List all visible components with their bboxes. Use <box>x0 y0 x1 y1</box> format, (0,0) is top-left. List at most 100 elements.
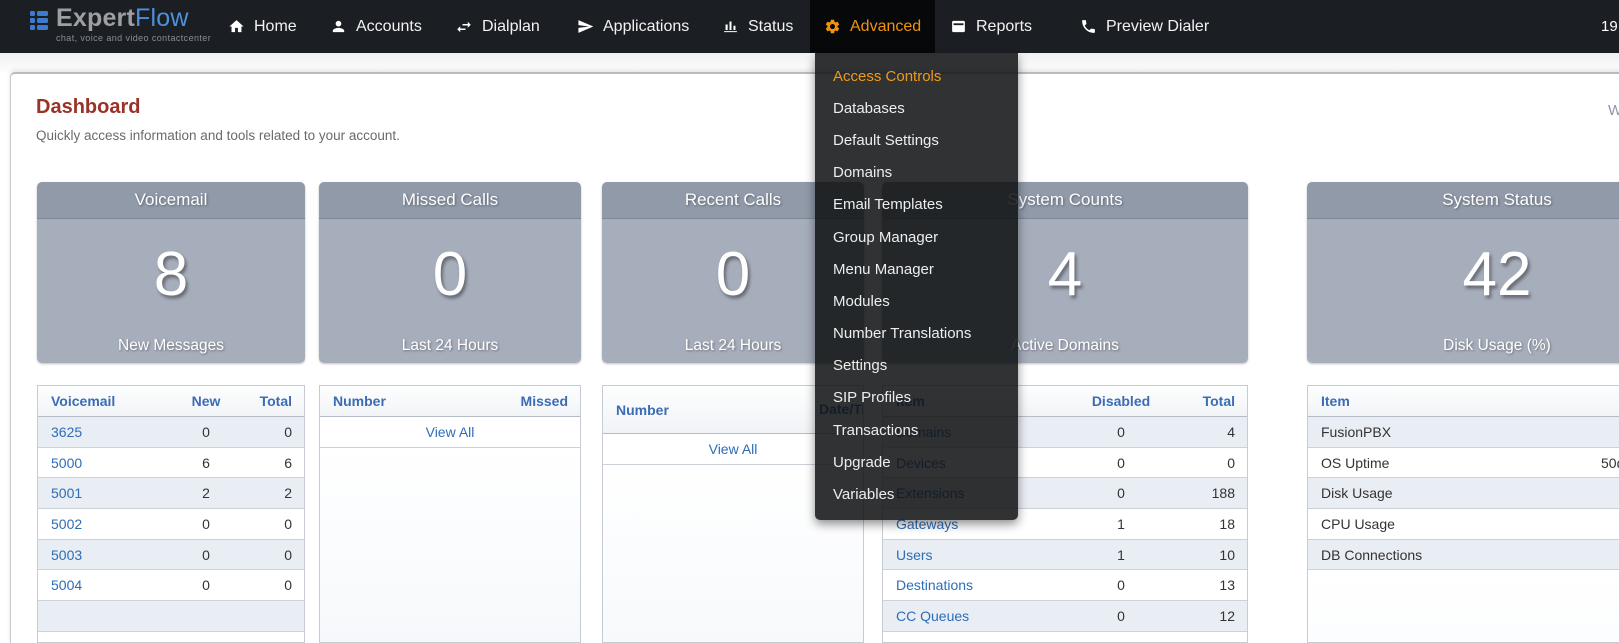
card-value: 42 <box>1307 219 1619 306</box>
card-body: 8New Messages <box>37 219 305 363</box>
menu-item-transactions[interactable]: Transactions <box>815 414 1018 446</box>
table-header-cell: Number <box>320 393 490 409</box>
card-body: 0Last 24 Hours <box>319 219 581 363</box>
nav-item-accounts[interactable]: Accounts <box>316 0 436 53</box>
welcome-text: W <box>1608 102 1619 119</box>
nav-item-advanced[interactable]: Advanced <box>810 0 935 53</box>
table-row-empty <box>38 601 304 632</box>
brand-name-bold: Expert <box>56 4 135 32</box>
table-header-cell: Total <box>246 393 304 409</box>
reports-icon <box>950 18 967 35</box>
brand-name-light: Flow <box>135 4 189 32</box>
table-cell: Disk Usage <box>1308 485 1589 501</box>
menu-item-domains[interactable]: Domains <box>815 157 1018 189</box>
card-title: System Status <box>1307 182 1619 219</box>
table-cell-link[interactable]: 5002 <box>51 516 82 532</box>
nav-item-label: Reports <box>976 18 1032 36</box>
menu-item-settings[interactable]: Settings <box>815 350 1018 382</box>
table-header-cell: Item <box>1308 393 1589 409</box>
table-row: DB Connections <box>1308 540 1619 571</box>
card-missed-calls: Missed Calls0Last 24 Hours <box>319 182 581 363</box>
table-cell: 0 <box>246 516 304 532</box>
table-cell: 10 <box>1181 547 1247 563</box>
brand-tagline: chat, voice and video contactcenter <box>56 33 211 43</box>
table-header-cell: Missed <box>490 393 580 409</box>
nav-item-applications[interactable]: Applications <box>563 0 703 53</box>
table-row: View All <box>320 417 580 448</box>
card-value: 0 <box>319 219 581 306</box>
table-header-cell: Disabled <box>1061 393 1181 409</box>
table-cell-link[interactable]: 5001 <box>51 485 82 501</box>
table-cell-link[interactable]: 3625 <box>51 424 82 440</box>
table-cell: 0 <box>166 516 246 532</box>
menu-item-variables[interactable]: Variables <box>815 478 1018 510</box>
menu-item-sip-profiles[interactable]: SIP Profiles <box>815 382 1018 414</box>
nav-item-dialplan[interactable]: Dialplan <box>441 0 554 53</box>
dialplan-icon <box>455 18 473 36</box>
table-cell-link[interactable]: 5004 <box>51 577 82 593</box>
table-cell: Users <box>883 547 1061 563</box>
missed-calls-table: NumberMissed View All <box>319 385 581 643</box>
card-system-status: System Status42 Disk Usage (%) <box>1307 182 1619 363</box>
brand-text: ExpertFlow chat, voice and video contact… <box>56 5 211 43</box>
table-cell: 6 <box>246 455 304 471</box>
table-header-cell: Total <box>1181 393 1247 409</box>
table-cell-link[interactable]: Users <box>896 547 933 563</box>
table-cell: 13 <box>1181 577 1247 593</box>
nav-item-home[interactable]: Home <box>214 0 311 53</box>
table-cell: 5001 <box>38 485 166 501</box>
menu-item-email-templates[interactable]: Email Templates <box>815 189 1018 221</box>
advanced-dropdown: Access ControlsDatabasesDefault Settings… <box>815 53 1018 520</box>
nav-item-reports[interactable]: Reports <box>936 0 1046 53</box>
nav-item-status[interactable]: Status <box>708 0 807 53</box>
voicemail-table: VoicemailNewTotal36250050006650012250020… <box>37 385 305 643</box>
table-row: 362500 <box>38 417 304 448</box>
table-cell-link[interactable]: CC Queues <box>896 608 969 624</box>
view-all-link[interactable]: View All <box>426 424 475 440</box>
table-cell: 0 <box>1181 455 1247 471</box>
table-cell: 188 <box>1181 485 1247 501</box>
nav-item-label: Home <box>254 18 297 36</box>
top-navbar: ExpertFlow chat, voice and video contact… <box>0 0 1619 53</box>
table-cell: 0 <box>166 547 246 563</box>
menu-item-upgrade[interactable]: Upgrade <box>815 446 1018 478</box>
table-cell-link[interactable]: Destinations <box>896 577 973 593</box>
table-cell: 1 <box>1061 516 1181 532</box>
navbar-shadow <box>0 53 1619 72</box>
table-row: FusionPBX <box>1308 417 1619 448</box>
table-cell-link[interactable]: 5000 <box>51 455 82 471</box>
view-all-link[interactable]: View All <box>709 441 758 457</box>
system-status-table: ItemFusionPBXOS Uptime50dDisk UsageCPU U… <box>1307 385 1619 643</box>
card-caption: Disk Usage (%) <box>1307 337 1619 355</box>
table-cell: 0 <box>1061 608 1181 624</box>
menu-item-modules[interactable]: Modules <box>815 285 1018 317</box>
table-row: OS Uptime50d <box>1308 448 1619 479</box>
nav-item-label: Applications <box>603 18 689 36</box>
table-cell: 18 <box>1181 516 1247 532</box>
card-body: 42 Disk Usage (%) <box>1307 219 1619 363</box>
table-cell-link[interactable]: 5003 <box>51 547 82 563</box>
table-cell: FusionPBX <box>1308 424 1589 440</box>
status-icon <box>722 18 739 35</box>
table-row: CC Queues012 <box>883 601 1247 632</box>
menu-item-group-manager[interactable]: Group Manager <box>815 221 1018 253</box>
table-cell: CC Queues <box>883 608 1061 624</box>
table-cell: 3625 <box>38 424 166 440</box>
card-caption: New Messages <box>37 337 305 355</box>
brand-logo[interactable]: ExpertFlow chat, voice and video contact… <box>30 5 211 43</box>
menu-item-default-settings[interactable]: Default Settings <box>815 124 1018 156</box>
table-row: 500066 <box>38 448 304 479</box>
menu-item-number-translations[interactable]: Number Translations <box>815 318 1018 350</box>
card-voicemail: Voicemail8New Messages <box>37 182 305 363</box>
table-empty-area <box>1308 570 1619 643</box>
table-row: Disk Usage <box>1308 478 1619 509</box>
nav-item-preview-dialer[interactable]: Preview Dialer <box>1066 0 1223 53</box>
table-cell: 0 <box>166 577 246 593</box>
menu-item-menu-manager[interactable]: Menu Manager <box>815 253 1018 285</box>
table-row: 500122 <box>38 478 304 509</box>
table-cell: 0 <box>1061 577 1181 593</box>
nav-item-label: Preview Dialer <box>1106 18 1209 36</box>
menu-item-databases[interactable]: Databases <box>815 92 1018 124</box>
table-cell: 5000 <box>38 455 166 471</box>
menu-item-access-controls[interactable]: Access Controls <box>815 60 1018 92</box>
